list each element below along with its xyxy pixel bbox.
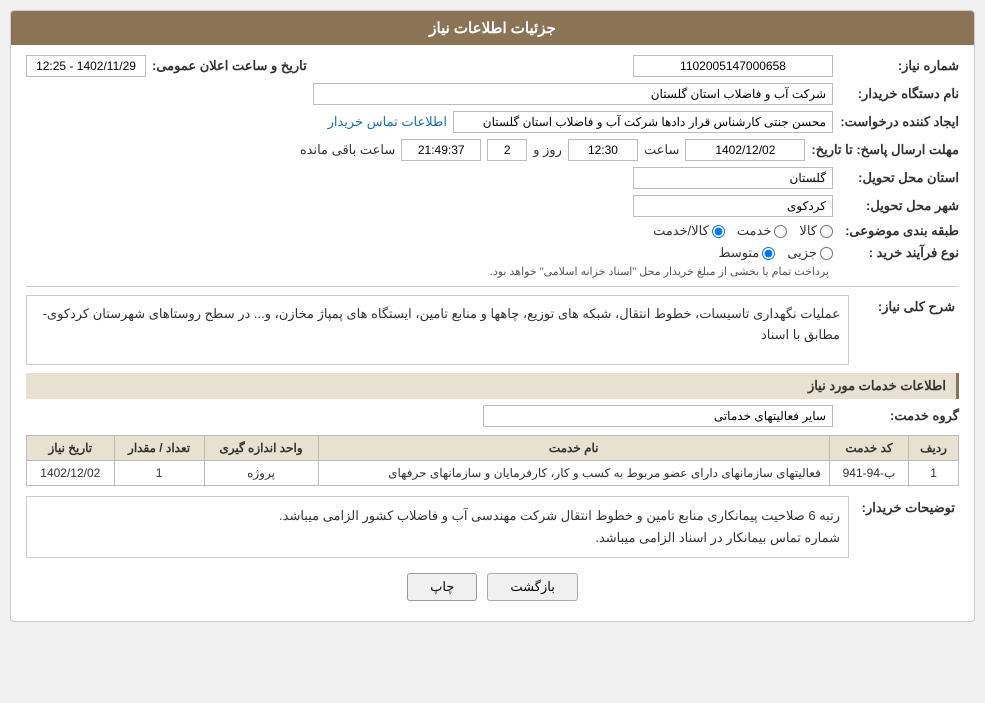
row-province: استان محل تحویل: (26, 167, 959, 189)
deadline-days-input[interactable] (487, 139, 527, 161)
row-general-desc: شرح کلی نیاز: عملیات نگهداری تاسیسات، خط… (26, 295, 959, 365)
radio-motevaset[interactable]: متوسط (718, 245, 775, 261)
label-days: روز و (533, 142, 562, 158)
buyer-notes-line2: شماره تماس بیمانکار در اسناد الزامی میبا… (35, 527, 840, 549)
radio-jozi-label: جزیی (787, 245, 817, 261)
content-area: شماره نیاز: تاریخ و ساعت اعلان عمومی: نا… (11, 45, 974, 621)
label-time: ساعت (644, 142, 679, 158)
button-row: بازگشت چاپ (26, 573, 959, 601)
label-province: استان محل تحویل: (839, 170, 959, 186)
td-date: 1402/12/02 (27, 461, 115, 486)
label-service-group: گروه خدمت: (839, 408, 959, 424)
service-group-input[interactable] (483, 405, 833, 427)
label-category: طبقه بندی موضوعی: (839, 223, 959, 239)
radio-kala-khedmat-label: کالا/خدمت (653, 223, 709, 239)
label-creator: ایجاد کننده درخواست: (839, 114, 959, 130)
td-unit: پروژه (204, 461, 318, 486)
radio-kala[interactable]: کالا (799, 223, 833, 239)
print-button[interactable]: چاپ (407, 573, 477, 601)
buyer-notes-line1: رتبه 6 صلاحیت پیمانکاری منابع تامین و خط… (35, 505, 840, 527)
row-org-name: نام دستگاه خریدار: (26, 83, 959, 105)
row-need-number: شماره نیاز: تاریخ و ساعت اعلان عمومی: (26, 55, 959, 77)
back-button[interactable]: بازگشت (487, 573, 577, 601)
label-general-desc: شرح کلی نیاز: (849, 295, 959, 365)
td-service-code: ب-94-941 (829, 461, 908, 486)
td-row-num: 1 (909, 461, 959, 486)
radio-kala-label: کالا (799, 223, 817, 239)
province-input[interactable] (633, 167, 833, 189)
table-row: 1 ب-94-941 فعالیتهای سازمانهای دارای عضو… (27, 461, 959, 486)
page-title: جزئیات اطلاعات نیاز (11, 11, 974, 45)
radio-motevaset-label: متوسط (718, 245, 759, 261)
page-container: جزئیات اطلاعات نیاز شماره نیاز: تاریخ و … (0, 0, 985, 703)
label-announce-date: تاریخ و ساعت اعلان عمومی: (152, 58, 307, 74)
label-remaining: ساعت باقی مانده (300, 142, 395, 158)
need-number-input[interactable] (633, 55, 833, 77)
deadline-date-input[interactable] (685, 139, 805, 161)
buyer-notes-content: رتبه 6 صلاحیت پیمانکاری منابع تامین و خط… (26, 496, 849, 558)
announce-date-input[interactable] (26, 55, 146, 77)
label-city: شهر محل تحویل: (839, 198, 959, 214)
creator-contact-link[interactable]: اطلاعات تماس خریدار (328, 114, 447, 130)
deadline-time-input[interactable] (568, 139, 638, 161)
buyer-notes-box: رتبه 6 صلاحیت پیمانکاری منابع تامین و خط… (26, 496, 849, 558)
row-city: شهر محل تحویل: (26, 195, 959, 217)
label-deadline: مهلت ارسال پاسخ: تا تاریخ: (811, 142, 959, 158)
org-name-input[interactable] (313, 83, 833, 105)
th-quantity: تعداد / مقدار (114, 436, 204, 461)
services-table: ردیف کد خدمت نام خدمت واحد اندازه گیری ت… (26, 435, 959, 486)
process-type-radio-group: جزیی متوسط (490, 245, 833, 261)
th-service-name: نام خدمت (318, 436, 829, 461)
td-service-name: فعالیتهای سازمانهای دارای عضو مربوط به ک… (318, 461, 829, 486)
row-category: طبقه بندی موضوعی: کالا خدمت کالا/خدمت (26, 223, 959, 239)
radio-khedmat-label: خدمت (737, 223, 772, 239)
th-unit: واحد اندازه گیری (204, 436, 318, 461)
td-quantity: 1 (114, 461, 204, 486)
radio-jozi[interactable]: جزیی (787, 245, 833, 261)
row-buyer-notes: توضیحات خریدار: رتبه 6 صلاحیت پیمانکاری … (26, 496, 959, 558)
row-service-group: گروه خدمت: (26, 405, 959, 427)
row-deadline: مهلت ارسال پاسخ: تا تاریخ: ساعت روز و سا… (26, 139, 959, 161)
main-card: جزئیات اطلاعات نیاز شماره نیاز: تاریخ و … (10, 10, 975, 622)
th-row-num: ردیف (909, 436, 959, 461)
general-desc-box: عملیات نگهداری تاسیسات، خطوط انتقال، شبک… (26, 295, 849, 365)
radio-kala-input[interactable] (820, 225, 833, 238)
deadline-remaining-input[interactable] (401, 139, 481, 161)
row-creator: ایجاد کننده درخواست: اطلاعات تماس خریدار (26, 111, 959, 133)
label-buyer-notes: توضیحات خریدار: (849, 496, 959, 558)
label-need-number: شماره نیاز: (839, 58, 959, 74)
radio-khedmat-input[interactable] (774, 225, 787, 238)
process-type-note: پرداخت تمام یا بخشی از مبلغ خریدار محل "… (490, 265, 829, 278)
radio-kala-khedmat[interactable]: کالا/خدمت (653, 223, 725, 239)
radio-motevaset-input[interactable] (762, 247, 775, 260)
creator-input[interactable] (453, 111, 833, 133)
category-radio-group: کالا خدمت کالا/خدمت (653, 223, 833, 239)
city-input[interactable] (633, 195, 833, 217)
divider-1 (26, 286, 959, 287)
services-info-header: اطلاعات خدمات مورد نیاز (26, 373, 959, 399)
label-org-name: نام دستگاه خریدار: (839, 86, 959, 102)
radio-khedmat[interactable]: خدمت (737, 223, 788, 239)
radio-kala-khedmat-input[interactable] (712, 225, 725, 238)
row-process-type: نوع فرآیند خرید : جزیی متوسط پرداخت تمام… (26, 245, 959, 278)
general-desc-content: عملیات نگهداری تاسیسات، خطوط انتقال، شبک… (26, 295, 849, 365)
th-date: تاریخ نیاز (27, 436, 115, 461)
th-service-code: کد خدمت (829, 436, 908, 461)
radio-jozi-input[interactable] (820, 247, 833, 260)
label-process-type: نوع فرآیند خرید : (839, 245, 959, 261)
